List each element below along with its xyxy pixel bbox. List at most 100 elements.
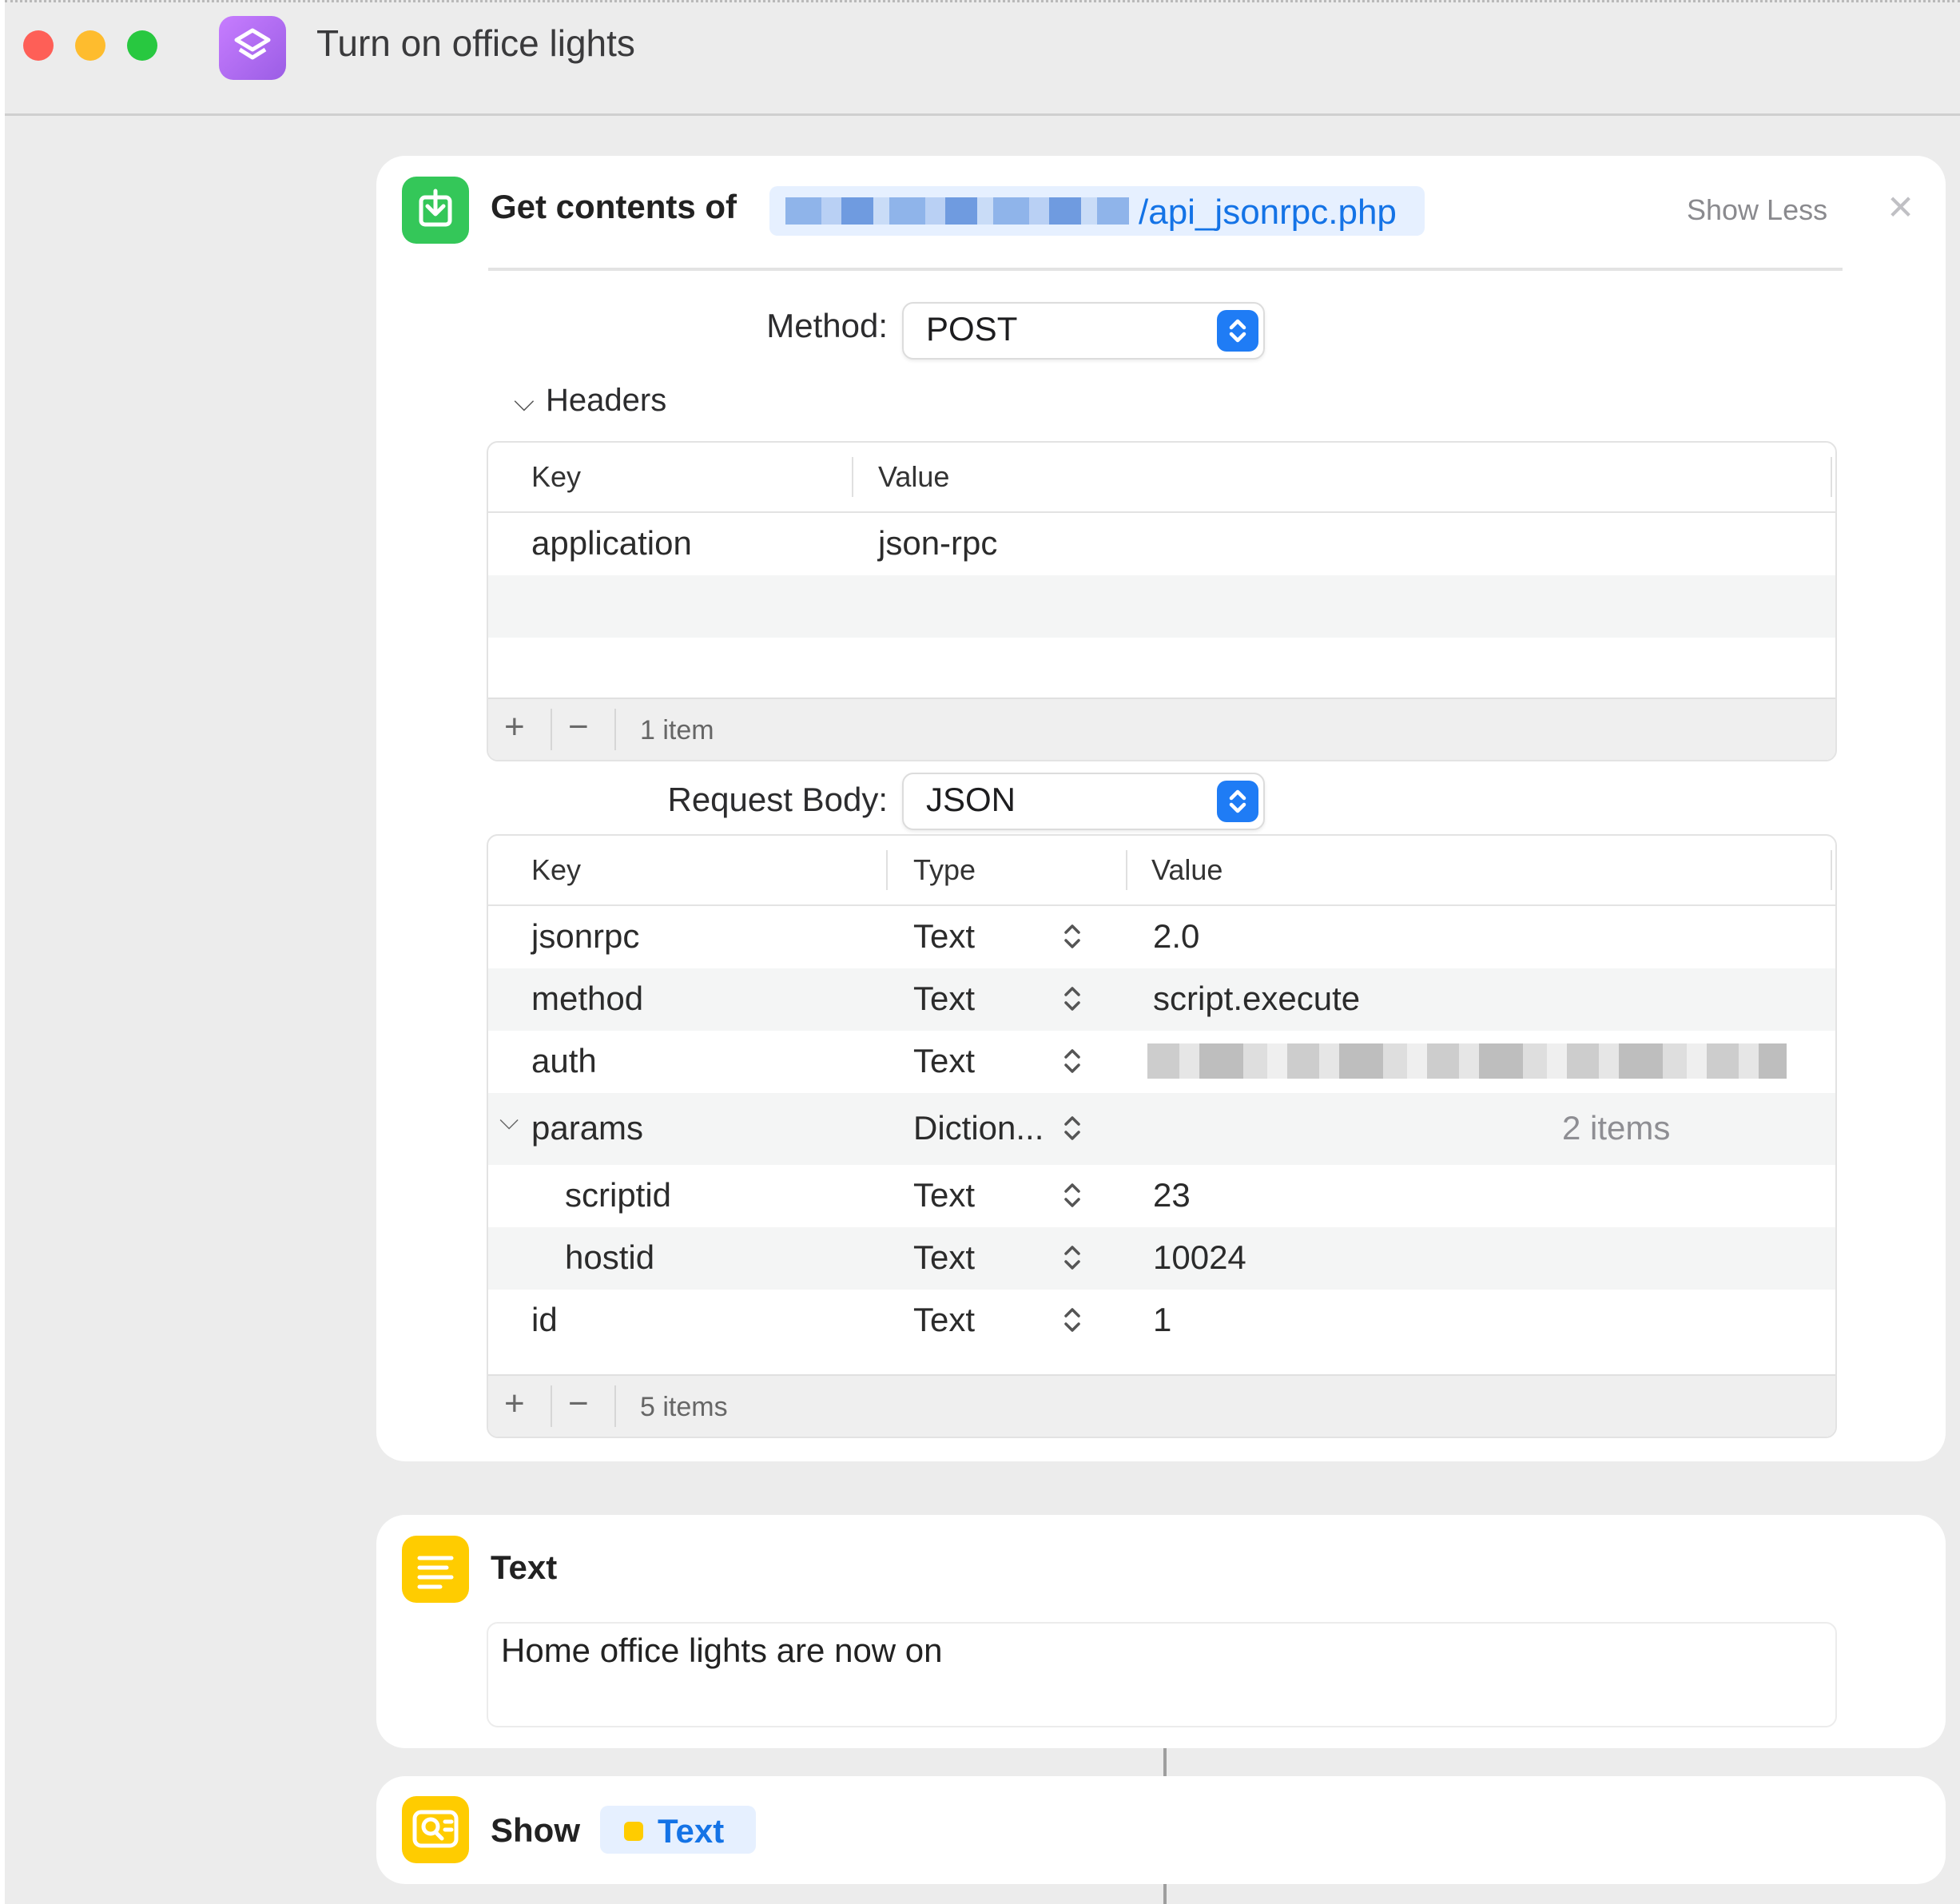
chevron-updown-icon[interactable] bbox=[1060, 919, 1084, 954]
chevron-updown-icon[interactable] bbox=[1060, 1111, 1084, 1146]
table-row[interactable]: ⌵ params Diction... 2 items bbox=[488, 1093, 1835, 1165]
column-header-value[interactable]: Value bbox=[878, 460, 949, 494]
header-key-cell[interactable]: application bbox=[531, 524, 692, 562]
chevron-updown-icon[interactable] bbox=[1060, 1302, 1084, 1338]
text-variable-token[interactable]: Text bbox=[600, 1806, 756, 1854]
headers-disclosure[interactable]: ⌵ Headers bbox=[514, 383, 666, 419]
text-action-title: Text bbox=[491, 1548, 558, 1586]
column-separator bbox=[1126, 850, 1127, 890]
headers-label: Headers bbox=[546, 383, 667, 418]
show-result-icon bbox=[402, 1796, 469, 1863]
footer-separator bbox=[614, 709, 616, 750]
text-variable-icon bbox=[624, 1822, 643, 1841]
table-row[interactable]: application json-rpc bbox=[488, 513, 1835, 575]
method-value: POST bbox=[926, 310, 1018, 348]
body-type-cell[interactable]: Text bbox=[913, 917, 975, 956]
chevron-down-icon[interactable]: ⌵ bbox=[499, 1106, 519, 1136]
body-type-cell[interactable]: Text bbox=[913, 1301, 975, 1339]
body-value-cell[interactable]: 10024 bbox=[1153, 1238, 1246, 1277]
get-contents-title: Get contents of bbox=[491, 188, 737, 225]
window-zoom-button[interactable] bbox=[127, 30, 157, 61]
text-content-field[interactable]: Home office lights are now on bbox=[487, 1622, 1837, 1727]
footer-separator bbox=[614, 1385, 616, 1427]
text-content: Home office lights are now on bbox=[501, 1632, 943, 1669]
shortcuts-icon[interactable] bbox=[219, 16, 286, 80]
column-separator bbox=[1831, 850, 1832, 890]
column-header-type[interactable]: Type bbox=[913, 853, 976, 887]
request-body-table: Key Type Value jsonrpc Text 2.0 method T… bbox=[487, 834, 1837, 1438]
chevron-updown-icon[interactable] bbox=[1060, 981, 1084, 1016]
show-action-title: Show bbox=[491, 1811, 580, 1849]
request-body-label: Request Body: bbox=[667, 781, 888, 818]
column-separator bbox=[852, 457, 853, 497]
title-bar: Turn on office lights bbox=[5, 2, 1960, 116]
request-body-popup[interactable]: JSON bbox=[902, 773, 1265, 830]
chevron-updown-icon[interactable] bbox=[1060, 1043, 1084, 1079]
download-icon bbox=[402, 177, 469, 244]
body-key-cell[interactable]: jsonrpc bbox=[531, 917, 639, 956]
body-value-cell[interactable]: script.execute bbox=[1153, 980, 1360, 1018]
dictionary-item-count: 2 items bbox=[1562, 1109, 1671, 1147]
redacted-auth-value[interactable] bbox=[1147, 1043, 1787, 1079]
body-type-cell[interactable]: Text bbox=[913, 980, 975, 1018]
window-close-button[interactable] bbox=[23, 30, 54, 61]
body-type-cell[interactable]: Text bbox=[913, 1042, 975, 1080]
table-row[interactable]: method Text script.execute bbox=[488, 968, 1835, 1031]
body-key-cell[interactable]: auth bbox=[531, 1042, 597, 1080]
item-count: 1 item bbox=[640, 715, 714, 745]
column-header-value[interactable]: Value bbox=[1151, 853, 1223, 887]
table-row[interactable]: id Text 1 bbox=[488, 1290, 1835, 1352]
text-action-card[interactable]: Text Home office lights are now on bbox=[376, 1515, 1946, 1748]
header-value-cell[interactable]: json-rpc bbox=[878, 524, 997, 562]
shortcuts-window: Turn on office lights Get contents of /a… bbox=[5, 0, 1960, 1904]
headers-table-header: Key Value bbox=[488, 443, 1835, 513]
chevron-updown-icon bbox=[1217, 310, 1258, 352]
footer-separator bbox=[551, 1385, 552, 1427]
show-less-button[interactable]: Show Less bbox=[1687, 193, 1827, 227]
column-header-key[interactable]: Key bbox=[531, 853, 581, 887]
table-footer: + − 5 items bbox=[488, 1374, 1835, 1437]
body-table-header: Key Type Value bbox=[488, 836, 1835, 906]
body-value-cell[interactable]: 23 bbox=[1153, 1176, 1191, 1214]
table-footer: + − 1 item bbox=[488, 698, 1835, 760]
chevron-updown-icon[interactable] bbox=[1060, 1178, 1084, 1213]
body-key-cell[interactable]: id bbox=[531, 1301, 558, 1339]
column-header-key[interactable]: Key bbox=[531, 460, 581, 494]
body-type-cell[interactable]: Text bbox=[913, 1176, 975, 1214]
headers-table: Key Value application json-rpc + − 1 ite… bbox=[487, 441, 1837, 761]
show-action-card[interactable]: Show Text bbox=[376, 1776, 1946, 1884]
add-button[interactable]: + bbox=[504, 1384, 525, 1424]
body-type-cell[interactable]: Diction... bbox=[913, 1109, 1044, 1147]
get-contents-action-card[interactable]: Get contents of /api_jsonrpc.php Show Le… bbox=[376, 156, 1946, 1461]
add-button[interactable]: + bbox=[504, 707, 525, 747]
header-divider bbox=[488, 268, 1843, 271]
remove-button[interactable]: − bbox=[568, 707, 589, 747]
text-icon bbox=[402, 1536, 469, 1603]
url-token[interactable]: /api_jsonrpc.php bbox=[769, 186, 1425, 236]
text-variable-label: Text bbox=[658, 1812, 725, 1850]
body-value-cell[interactable]: 1 bbox=[1153, 1301, 1171, 1339]
action-connector bbox=[1163, 1748, 1167, 1776]
table-row[interactable]: scriptid Text 23 bbox=[488, 1165, 1835, 1227]
body-type-cell[interactable]: Text bbox=[913, 1238, 975, 1277]
window-title: Turn on office lights bbox=[316, 22, 635, 64]
close-icon[interactable]: ✕ bbox=[1886, 188, 1914, 227]
body-key-cell[interactable]: params bbox=[531, 1109, 643, 1147]
body-key-cell[interactable]: method bbox=[531, 980, 643, 1018]
method-popup[interactable]: POST bbox=[902, 302, 1265, 360]
body-key-cell[interactable]: scriptid bbox=[565, 1176, 671, 1214]
url-path: /api_jsonrpc.php bbox=[1139, 193, 1397, 232]
column-separator bbox=[886, 850, 888, 890]
empty-row bbox=[488, 575, 1835, 638]
request-body-value: JSON bbox=[926, 781, 1016, 818]
method-label: Method: bbox=[766, 307, 888, 344]
body-value-cell[interactable]: 2.0 bbox=[1153, 917, 1199, 956]
table-row[interactable]: jsonrpc Text 2.0 bbox=[488, 906, 1835, 968]
table-row[interactable]: hostid Text 10024 bbox=[488, 1227, 1835, 1290]
item-count: 5 items bbox=[640, 1392, 728, 1422]
remove-button[interactable]: − bbox=[568, 1384, 589, 1424]
table-row[interactable]: auth Text bbox=[488, 1031, 1835, 1093]
body-key-cell[interactable]: hostid bbox=[565, 1238, 654, 1277]
window-minimize-button[interactable] bbox=[75, 30, 105, 61]
chevron-updown-icon[interactable] bbox=[1060, 1240, 1084, 1275]
